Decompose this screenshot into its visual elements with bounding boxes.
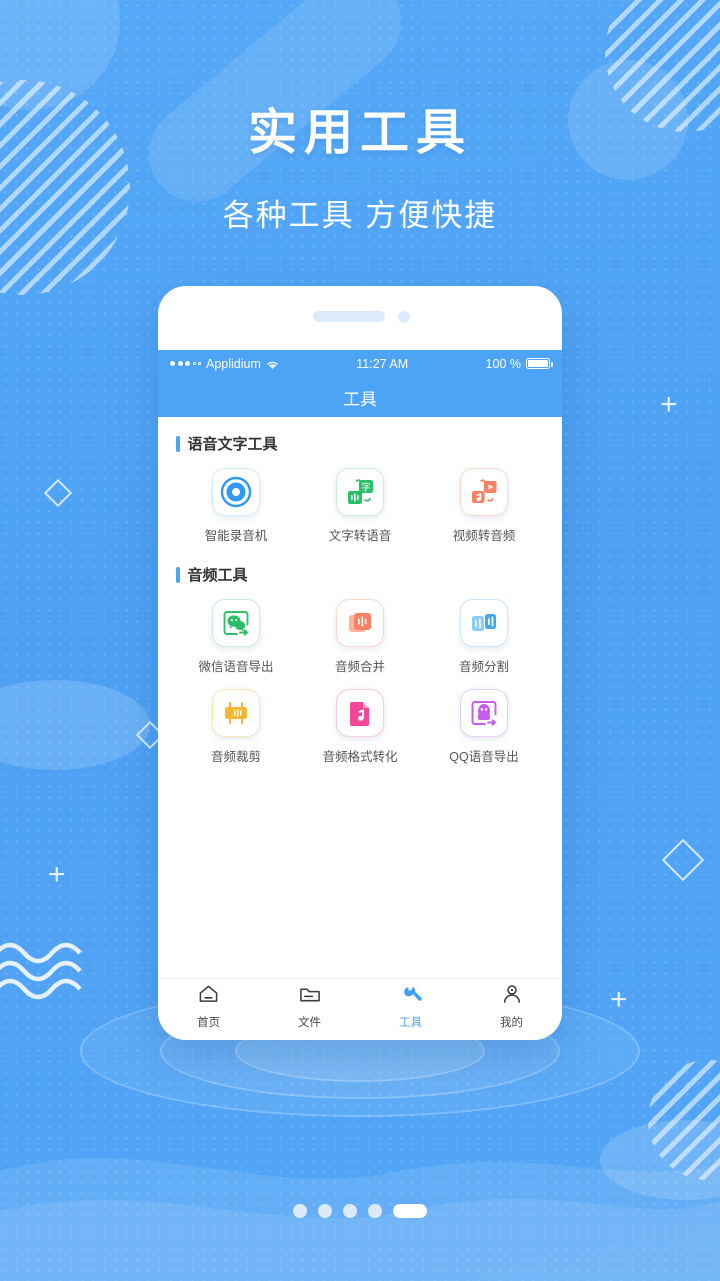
folder-icon bbox=[299, 984, 321, 1009]
tool-label: 音频合并 bbox=[334, 660, 385, 674]
home-icon bbox=[198, 984, 219, 1009]
section-accent-bar bbox=[176, 435, 180, 452]
tab-home[interactable]: 首页 bbox=[158, 984, 259, 1030]
page-indicator bbox=[0, 1204, 720, 1218]
tool-label: 文字转语音 bbox=[328, 529, 392, 543]
tab-label: 我的 bbox=[500, 1016, 523, 1029]
navigation-bar: 工具 bbox=[158, 377, 562, 417]
page-subtitle: 各种工具 方便快捷 bbox=[222, 198, 498, 233]
tool-label: 音频分割 bbox=[458, 660, 509, 674]
decor-wave-lines bbox=[0, 942, 82, 1000]
tool-item-audio-merge[interactable]: 音频合并 bbox=[298, 599, 422, 675]
promo-header: 实用工具 各种工具 方便快捷 bbox=[0, 0, 720, 235]
audio-trim-icon bbox=[212, 689, 260, 737]
audio-convert-icon bbox=[336, 689, 384, 737]
tool-grid-audio: 微信语音导出 音频合并 音频分割 音频裁剪 音频格式转化 QQ语音导出 bbox=[158, 599, 562, 765]
status-bar: Applidium 11:27 AM 100 % bbox=[158, 350, 562, 377]
wifi-icon bbox=[266, 359, 279, 369]
section-header-audio: 音频工具 bbox=[158, 564, 562, 585]
tab-tools[interactable]: 工具 bbox=[360, 984, 461, 1030]
carrier-label: Applidium bbox=[206, 356, 261, 371]
wechat-export-icon bbox=[212, 599, 260, 647]
section-title: 音频工具 bbox=[187, 567, 248, 584]
tab-label: 工具 bbox=[399, 1016, 422, 1029]
tool-label: 智能录音机 bbox=[204, 529, 268, 543]
tool-label: 音频格式转化 bbox=[322, 750, 398, 764]
section-header-voice-text: 语音文字工具 bbox=[158, 433, 562, 454]
recorder-disc-icon bbox=[212, 468, 260, 516]
tool-item-video-to-audio[interactable]: 视频转音频 bbox=[422, 468, 546, 544]
status-time: 11:27 AM bbox=[356, 356, 409, 371]
battery-percent-label: 100 % bbox=[485, 356, 521, 371]
bottom-tab-bar: 首页 文件 工具 我的 bbox=[158, 978, 562, 1040]
page-title: 实用工具 bbox=[247, 106, 472, 160]
decor-bottom-waves bbox=[0, 1158, 720, 1281]
front-camera-icon bbox=[398, 311, 410, 323]
phone-mockup: Applidium 11:27 AM 100 % 工具 语音文字工具 智能录音机… bbox=[158, 286, 562, 1040]
tool-item-smart-recorder[interactable]: 智能录音机 bbox=[174, 468, 298, 544]
page-dot[interactable] bbox=[343, 1204, 357, 1218]
audio-merge-icon bbox=[336, 599, 384, 647]
audio-split-icon bbox=[460, 599, 508, 647]
phone-top-bezel bbox=[158, 286, 562, 350]
tool-item-qq-voice-export[interactable]: QQ语音导出 bbox=[422, 689, 546, 765]
tool-item-audio-split[interactable]: 音频分割 bbox=[422, 599, 546, 675]
tool-item-wechat-voice-export[interactable]: 微信语音导出 bbox=[174, 599, 298, 675]
tool-label: 微信语音导出 bbox=[198, 660, 274, 674]
decor-plus-right-top: + bbox=[660, 388, 678, 421]
battery-full-icon bbox=[526, 358, 553, 369]
section-accent-bar bbox=[176, 566, 180, 583]
video-to-audio-icon bbox=[460, 468, 508, 516]
page-dot[interactable] bbox=[293, 1204, 307, 1218]
tab-label: 首页 bbox=[197, 1016, 220, 1029]
tool-label: 音频裁剪 bbox=[210, 750, 261, 764]
earpiece-speaker bbox=[313, 311, 385, 322]
decor-plus-left: + bbox=[48, 858, 66, 891]
svg-text:字: 字 bbox=[361, 481, 371, 493]
tools-content: 语音文字工具 智能录音机 字 文字转语音 视频转音频 音频工具 微信语音导出 音… bbox=[158, 417, 562, 978]
qq-export-icon bbox=[460, 689, 508, 737]
tab-files[interactable]: 文件 bbox=[259, 984, 360, 1030]
decor-plus-right-bottom: + bbox=[610, 983, 628, 1016]
wrench-icon bbox=[400, 984, 422, 1009]
text-to-speech-icon: 字 bbox=[336, 468, 384, 516]
tab-label: 文件 bbox=[298, 1016, 321, 1029]
signal-dots-icon bbox=[170, 361, 201, 366]
person-icon bbox=[502, 984, 522, 1009]
tool-label: 视频转音频 bbox=[452, 529, 516, 543]
tool-item-text-to-speech[interactable]: 字 文字转语音 bbox=[298, 468, 422, 544]
tool-grid-voice-text: 智能录音机 字 文字转语音 视频转音频 bbox=[158, 468, 562, 544]
section-title: 语音文字工具 bbox=[187, 436, 278, 453]
tab-profile[interactable]: 我的 bbox=[461, 984, 562, 1030]
tool-item-audio-format-convert[interactable]: 音频格式转化 bbox=[298, 689, 422, 765]
tool-label: QQ语音导出 bbox=[449, 750, 519, 764]
page-dot[interactable] bbox=[318, 1204, 332, 1218]
page-dot[interactable] bbox=[368, 1204, 382, 1218]
page-dot-active[interactable] bbox=[393, 1204, 427, 1218]
tool-item-audio-trim[interactable]: 音频裁剪 bbox=[174, 689, 298, 765]
navbar-title: 工具 bbox=[343, 389, 377, 409]
